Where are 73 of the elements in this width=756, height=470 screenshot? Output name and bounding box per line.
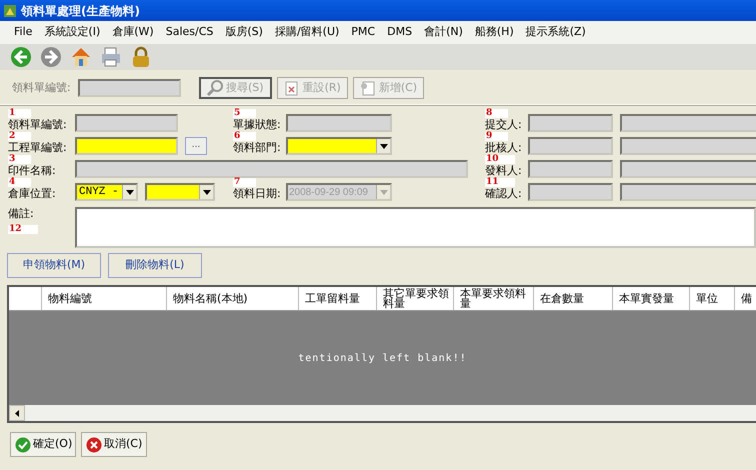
annotation-number: 7 — [233, 178, 256, 187]
column-header[interactable]: 其它單要求領料量 — [377, 287, 454, 310]
field-label: 提交人: — [485, 118, 521, 131]
dialog-button[interactable]: 確定(O) — [10, 432, 76, 457]
left-arrow-icon — [15, 410, 19, 416]
field-label: 領料部門: — [233, 141, 279, 154]
window-title: 領料單處理(生產物料) — [21, 2, 140, 20]
annotation-number: 5 — [233, 109, 256, 118]
menu-item[interactable]: 船務(H) — [468, 24, 520, 41]
field-label: 批核人: — [485, 141, 521, 154]
annotation-number: 2 — [8, 132, 32, 141]
field-label: 印件名稱: — [8, 164, 57, 177]
action-button[interactable]: 申領物料(M) — [7, 253, 101, 278]
caret-icon — [126, 190, 134, 194]
annotation-number: 1 — [8, 109, 32, 118]
field-label: 發料人: — [485, 164, 521, 177]
field-label: 工程單編號: — [8, 141, 68, 154]
lock-icon[interactable] — [130, 46, 152, 68]
input-field[interactable] — [75, 137, 178, 155]
column-header[interactable]: 物料編號 — [42, 287, 167, 310]
field-label: 領料單編號: — [8, 118, 68, 131]
column-header[interactable]: 本單要求領料量 — [454, 287, 534, 310]
annotation-number: 12 — [8, 225, 38, 234]
column-header[interactable]: 在倉數量 — [534, 287, 613, 310]
column-header[interactable]: 物料名稱(本地) — [167, 287, 299, 310]
action-button[interactable]: 刪除物料(L) — [108, 253, 202, 278]
column-header[interactable]: 備 — [735, 287, 756, 310]
remarks-field[interactable] — [75, 207, 756, 248]
field-label: 倉庫位置: — [8, 187, 57, 200]
field-label: 備註: — [8, 207, 35, 220]
menu-item[interactable]: DMS — [381, 24, 418, 41]
document-icon — [360, 80, 376, 96]
field-label: 單據狀態: — [233, 118, 279, 131]
close-icon — [86, 436, 102, 452]
menu-item[interactable]: Sales/CS — [160, 24, 220, 41]
column-header[interactable]: 本單實發量 — [613, 287, 690, 310]
menu-item[interactable]: 提示系統(Z) — [520, 24, 592, 41]
app-icon — [3, 4, 17, 18]
check-icon — [15, 436, 31, 452]
dropdown[interactable] — [145, 183, 215, 201]
printer-icon[interactable] — [100, 46, 122, 68]
annotation-number: 8 — [485, 109, 508, 118]
menu-item[interactable]: PMC — [345, 24, 382, 41]
menu-item[interactable]: File — [8, 24, 38, 41]
scroll-left-button[interactable] — [9, 405, 25, 421]
field-label: 領料單編號: — [12, 80, 72, 96]
dropdown[interactable] — [286, 137, 392, 155]
home-icon[interactable] — [70, 46, 92, 68]
field-label: 領料日期: — [233, 187, 279, 200]
annotation-number: 11 — [485, 178, 515, 187]
annotation-number: 9 — [485, 132, 508, 141]
menu-item[interactable]: 採購/留料(U) — [268, 24, 346, 41]
caret-icon — [380, 190, 388, 194]
menu-item[interactable]: 倉庫(W) — [106, 24, 160, 41]
caret-icon — [380, 144, 388, 148]
column-header[interactable]: 單位 — [690, 287, 735, 310]
back-icon[interactable] — [10, 46, 32, 68]
column-header[interactable]: 工單留料量 — [299, 287, 377, 310]
dropdown[interactable]: CNYZ - — [75, 183, 138, 201]
search-icon — [207, 80, 223, 96]
annotation-number: 6 — [233, 132, 256, 141]
menu-item[interactable]: 會計(N) — [418, 24, 469, 41]
menu-item[interactable]: 系統設定(I) — [38, 24, 106, 41]
caret-icon — [202, 190, 210, 194]
menu-item[interactable]: 版房(S) — [219, 24, 269, 41]
empty-message: tentionally left blank!! — [298, 352, 467, 366]
dialog-button[interactable]: 取消(C) — [81, 432, 147, 457]
document-x-icon — [284, 80, 300, 96]
annotation-number: 4 — [8, 178, 32, 187]
browse-button[interactable]: ... — [185, 137, 207, 155]
field-label: 確認人: — [485, 187, 521, 200]
annotation-number: 10 — [485, 155, 515, 164]
annotation-number: 3 — [8, 155, 32, 164]
